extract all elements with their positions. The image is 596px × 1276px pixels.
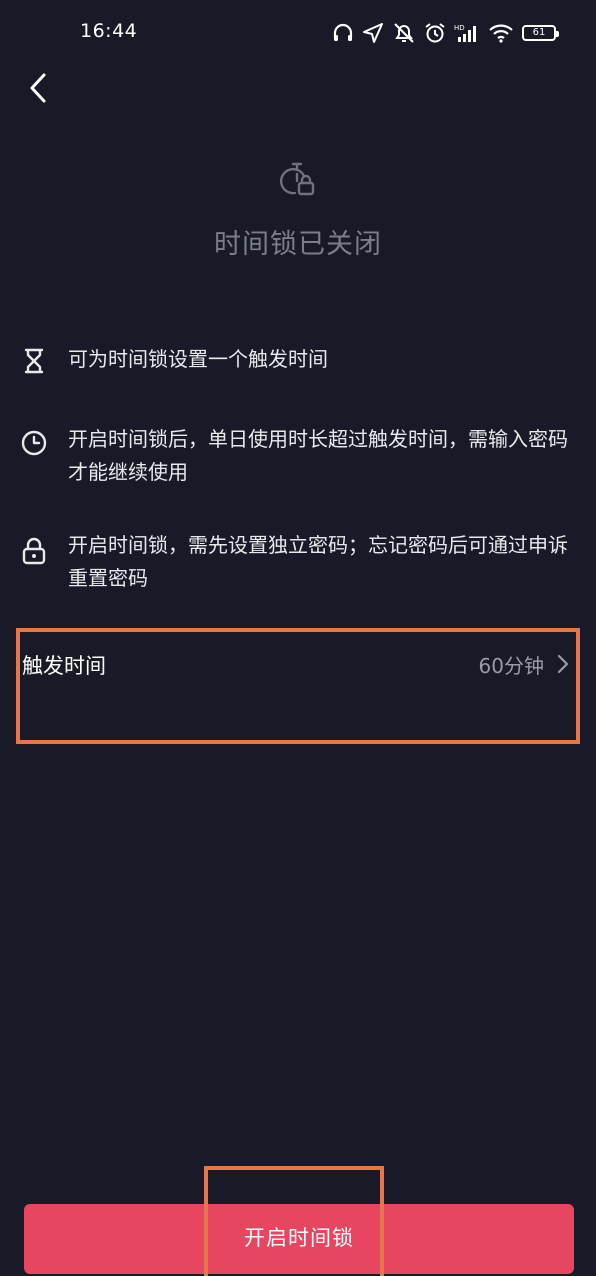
status-bar: 16:44 HD 61 [0, 0, 596, 66]
enable-button-highlight-box [204, 1166, 384, 1276]
chevron-left-icon [27, 72, 49, 108]
clock-icon [20, 429, 48, 457]
back-button[interactable] [18, 70, 58, 110]
hourglass-icon [20, 347, 48, 375]
location-icon [362, 22, 384, 44]
hd-signal-icon: HD [454, 22, 480, 44]
wifi-icon [488, 22, 514, 44]
mute-icon [392, 22, 416, 44]
feature-text: 开启时间锁，需先设置独立密码；忘记密码后可通过申诉重置密码 [68, 533, 568, 590]
svg-text:HD: HD [454, 24, 465, 32]
trigger-time-highlight-box [16, 628, 580, 744]
battery-level: 61 [532, 27, 546, 38]
timer-lock-icon [278, 160, 318, 200]
status-time: 16:44 [80, 20, 138, 42]
lock-icon [20, 537, 48, 565]
lock-status-title: 时间锁已关闭 [214, 229, 382, 260]
feature-text: 开启时间锁后，单日使用时长超过触发时间，需输入密码才能继续使用 [68, 427, 568, 484]
alarm-icon [424, 22, 446, 44]
headphones-icon [332, 22, 354, 44]
battery-icon: 61 [522, 25, 559, 41]
status-icons: HD 61 [332, 20, 559, 46]
feature-text: 可为时间锁设置一个触发时间 [68, 347, 328, 371]
